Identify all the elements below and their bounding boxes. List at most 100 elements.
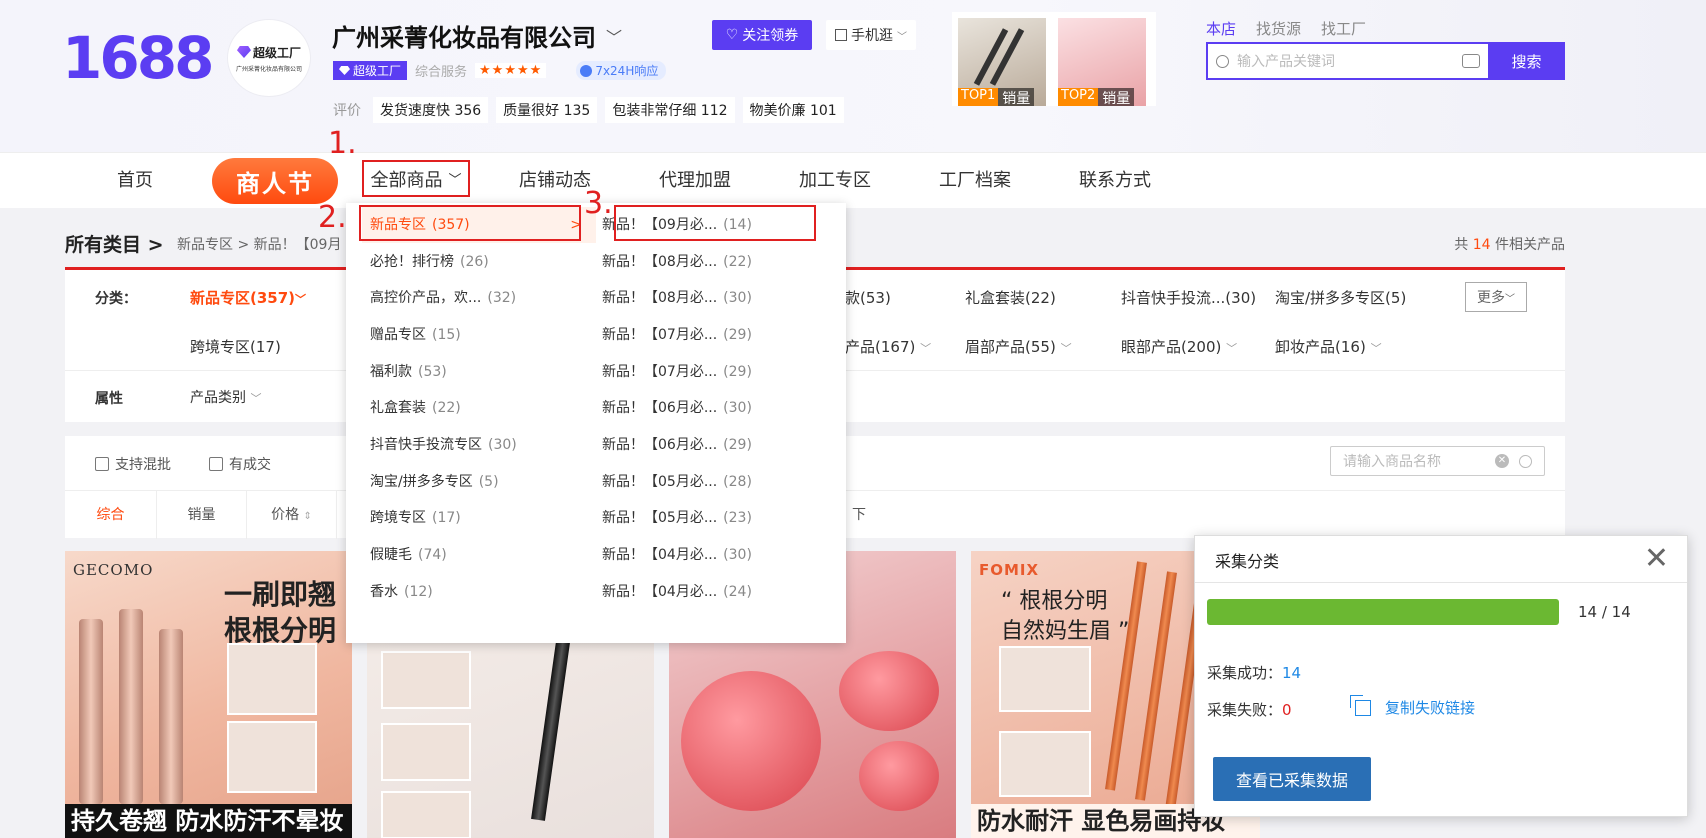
dropdown-subcategory-item[interactable]: 新品！【05月必... (28) [602, 464, 752, 500]
progress-text: 14 / 14 [1578, 603, 1631, 621]
dropdown-subcategory-item[interactable]: 新品！【08月必... (30) [602, 280, 752, 316]
sort-price[interactable]: 价格 ⇕ [247, 491, 337, 539]
nav-contact[interactable]: 联系方式 [1079, 153, 1151, 209]
view-collected-button[interactable]: 查看已采集数据 [1213, 757, 1371, 801]
eye-image [381, 651, 471, 709]
dropdown-subcategory-item[interactable]: 新品！【04月必... (30) [602, 537, 752, 573]
category-item[interactable]: 抖音快手投流...(30) [1121, 287, 1256, 308]
top-product-card[interactable]: TOP2 销量 [1058, 18, 1146, 107]
product-name-placeholder: 请输入商品名称 [1343, 454, 1441, 470]
category-item[interactable]: 产品(167) ﹀ [845, 336, 931, 357]
response-text: 7x24H响应 [595, 64, 659, 78]
avatar-subtitle: 广州采菁化妆品有限公司 [235, 65, 302, 73]
dropdown-category-item[interactable]: 必抢！排行榜 (26) [346, 244, 489, 280]
checkbox[interactable] [209, 457, 223, 471]
highlight-box-step-2 [359, 205, 581, 241]
category-item[interactable]: 跨境专区(17) [190, 336, 281, 357]
search-tab-this-shop[interactable]: 本店 [1206, 18, 1236, 39]
dropdown-item-count: (12) [404, 584, 433, 600]
dropdown-item-count: (26) [460, 254, 489, 270]
count-prefix: 共 [1454, 237, 1469, 253]
nav-shop-news[interactable]: 店铺动态 [519, 153, 591, 209]
dropdown-category-item[interactable]: 跨境专区 (17) [346, 500, 461, 536]
shop-avatar[interactable]: 超级工厂 广州采菁化妆品有限公司 [228, 20, 310, 96]
nav-agency[interactable]: 代理加盟 [659, 153, 731, 209]
search-tab-find-source[interactable]: 找货源 [1256, 18, 1301, 39]
dropdown-subcategory-item[interactable]: 新品！【05月必... (23) [602, 500, 752, 536]
search-input[interactable]: 输入产品关键词 [1206, 42, 1488, 80]
mascara-image [119, 609, 143, 804]
dropdown-item-label: 新品！【07月必... [602, 364, 718, 380]
chevron-down-icon[interactable]: ﹀ [606, 24, 622, 48]
dropdown-category-item[interactable]: 淘宝/拼多多专区 (5) [346, 464, 499, 500]
review-chip: 包装非常仔细 112 [605, 97, 735, 123]
dropdown-subcategory-item[interactable]: 新品！【06月必... (29) [602, 427, 752, 463]
attribute-value: 产品类别 [190, 390, 246, 406]
sort-default[interactable]: 综合 [65, 491, 157, 539]
dropdown-subcategory-item[interactable]: 新品！【06月必... (30) [602, 390, 752, 426]
category-item-text: 产品(167) [845, 338, 916, 356]
breadcrumb-title[interactable]: 所有类目 > [65, 230, 164, 257]
sort-arrows-icon: ⇕ [303, 511, 312, 522]
category-new[interactable]: 新品专区(357)﹀ [190, 287, 306, 308]
attribute-product-type[interactable]: 产品类别 ﹀ [190, 387, 261, 407]
top-product-card[interactable]: TOP1 销量 [958, 18, 1046, 107]
checkbox[interactable] [95, 457, 109, 471]
follow-coupon-button[interactable]: ♡ 关注领券 [712, 20, 812, 50]
dropdown-subcategory-item[interactable]: 新品！【04月必... (24) [602, 574, 752, 610]
copy-failed-links[interactable]: 复制失败链接 [1350, 694, 1475, 718]
dropdown-subcategory-item[interactable]: 新品！【07月必... (29) [602, 317, 752, 353]
close-icon[interactable]: ✕ [1644, 544, 1669, 574]
camera-icon[interactable] [1462, 54, 1480, 68]
dropdown-category-item[interactable]: 礼盒套装 (22) [346, 390, 461, 426]
category-item[interactable]: 卸妆产品(16) ﹀ [1275, 336, 1382, 357]
badge-row: 超级工厂 综合服务 ★★★★★ 7x24H响应 [333, 61, 667, 80]
dropdown-category-item[interactable]: 香水 (12) [346, 574, 433, 610]
search-icon[interactable] [1519, 454, 1532, 468]
nav-all-goods[interactable]: 全部商品 ﹀ [362, 160, 470, 197]
more-button[interactable]: 更多 ﹀ [1465, 282, 1527, 312]
mobile-browse-button[interactable]: 手机逛 ﹀ [826, 20, 916, 50]
product-name-search[interactable]: 请输入商品名称 ✕ [1330, 446, 1545, 476]
eyebrow-image [999, 731, 1091, 797]
dropdown-category-item[interactable]: 抖音快手投流专区 (30) [346, 427, 517, 463]
sort-sales[interactable]: 销量 [157, 491, 247, 539]
category-item[interactable]: 淘宝/拼多多专区(5) [1275, 287, 1406, 308]
search-button[interactable]: 搜索 [1488, 42, 1565, 80]
dropdown-subcategory-item[interactable]: 新品！【08月必... (22) [602, 244, 752, 280]
nav-processing[interactable]: 加工专区 [799, 153, 871, 209]
shop-name[interactable]: 广州采菁化妆品有限公司 ﹀ [332, 18, 622, 53]
clear-icon[interactable]: ✕ [1495, 454, 1509, 468]
has-deal-checkbox[interactable]: 有成交 [209, 454, 271, 474]
dropdown-category-item[interactable]: 高控价产品，欢... (32) [346, 280, 516, 316]
category-item-text: 眉部产品(55) [965, 338, 1056, 356]
nav-home[interactable]: 首页 [117, 153, 153, 209]
popup-title: 采集分类 [1215, 552, 1280, 571]
search-tab-find-factory[interactable]: 找工厂 [1321, 18, 1366, 39]
nav-merchant-festival[interactable]: 商人节 [212, 158, 338, 204]
dropdown-item-count: (53) [418, 364, 447, 380]
dropdown-category-item[interactable]: 假睫毛 (74) [346, 537, 447, 573]
nav-all-goods-label: 全部商品 [370, 169, 443, 191]
mixed-batch-checkbox[interactable]: 支持混批 [95, 454, 171, 474]
category-item[interactable]: 眉部产品(55) ﹀ [965, 336, 1072, 357]
response-badge: 7x24H响应 [576, 61, 667, 80]
chevron-down-icon: ﹀ [897, 31, 907, 43]
shop-nav: 首页 商人节 全部商品 ﹀ 店铺动态 代理加盟 加工专区 工厂档案 联系方式 [0, 152, 1706, 208]
dropdown-subcategory-item[interactable]: 新品！【07月必... (29) [602, 354, 752, 390]
breadcrumb-path[interactable]: 新品专区 > 新品！【09月 [177, 234, 341, 254]
product-card[interactable]: GECOMO 一刷即翘 根根分明 持久卷翘 防水防汗不晕妆 [65, 551, 352, 838]
site-logo[interactable]: 1688 [62, 24, 214, 92]
dropdown-category-item[interactable]: 赠品专区 (15) [346, 317, 461, 353]
annotation-step-1: 1. [328, 126, 357, 161]
dropdown-category-item[interactable]: 福利款 (53) [346, 354, 447, 390]
nav-factory-profile[interactable]: 工厂档案 [939, 153, 1011, 209]
sort-price-label: 价格 [271, 507, 300, 523]
eye-image [227, 643, 317, 715]
qr-grid-icon [835, 29, 847, 41]
category-item[interactable]: 款(53) [845, 287, 891, 308]
category-item[interactable]: 礼盒套装(22) [965, 287, 1056, 308]
annotation-step-3: 3. [584, 186, 613, 221]
mobile-label: 手机逛 [851, 28, 893, 44]
category-item[interactable]: 眼部产品(200) ﹀ [1121, 336, 1237, 357]
